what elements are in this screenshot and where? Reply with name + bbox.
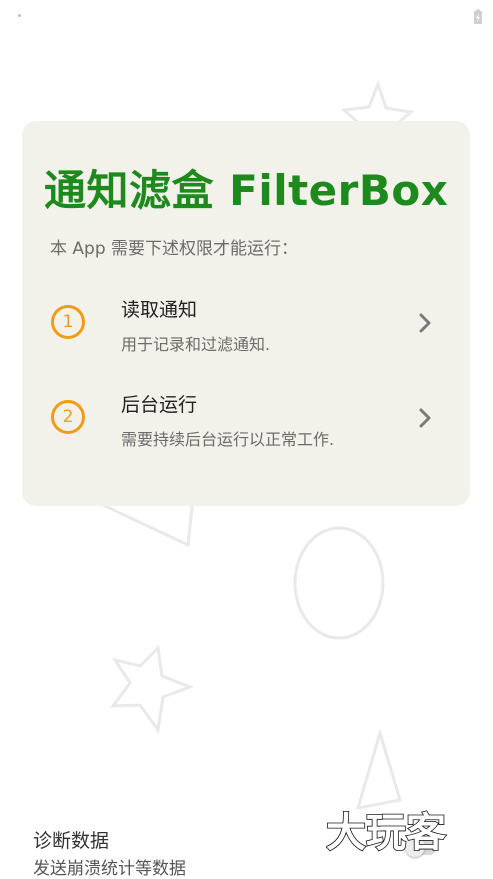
chevron-right-icon [419,408,431,428]
permissions-card: 通知滤盒 FilterBox 本 App 需要下述权限才能运行： 1 读取通知 … [22,121,470,506]
bg-triangle [355,727,402,810]
diagnostics-title: 诊断数据 [33,830,110,852]
permission-title: 后台运行 [121,394,198,416]
permissions-intro: 本 App 需要下述权限才能运行： [50,239,299,259]
diagnostics-setting[interactable]: 诊断数据 发送崩溃统计等数据 [33,822,283,879]
watermark-text: 大玩客 [326,810,446,854]
permission-title: 读取通知 [121,299,198,321]
chevron-right-icon [419,313,431,333]
diagnostics-description: 发送崩溃统计等数据 [33,859,186,879]
app-title: 通知滤盒 FilterBox [44,166,449,215]
permission-background-run[interactable]: 2 后台运行 需要持续后台运行以正常工作. [22,380,470,456]
bg-ellipse [293,526,385,640]
permission-description: 需要持续后台运行以正常工作. [121,430,335,449]
step-number-1: 1 [51,305,85,339]
watermark-logo: 大玩客 [326,809,447,854]
permission-description: 用于记录和过滤通知. [121,335,271,354]
permission-read-notifications[interactable]: 1 读取通知 用于记录和过滤通知. [22,285,470,361]
step-number-2: 2 [51,400,85,434]
bg-star-bottom [109,644,195,734]
